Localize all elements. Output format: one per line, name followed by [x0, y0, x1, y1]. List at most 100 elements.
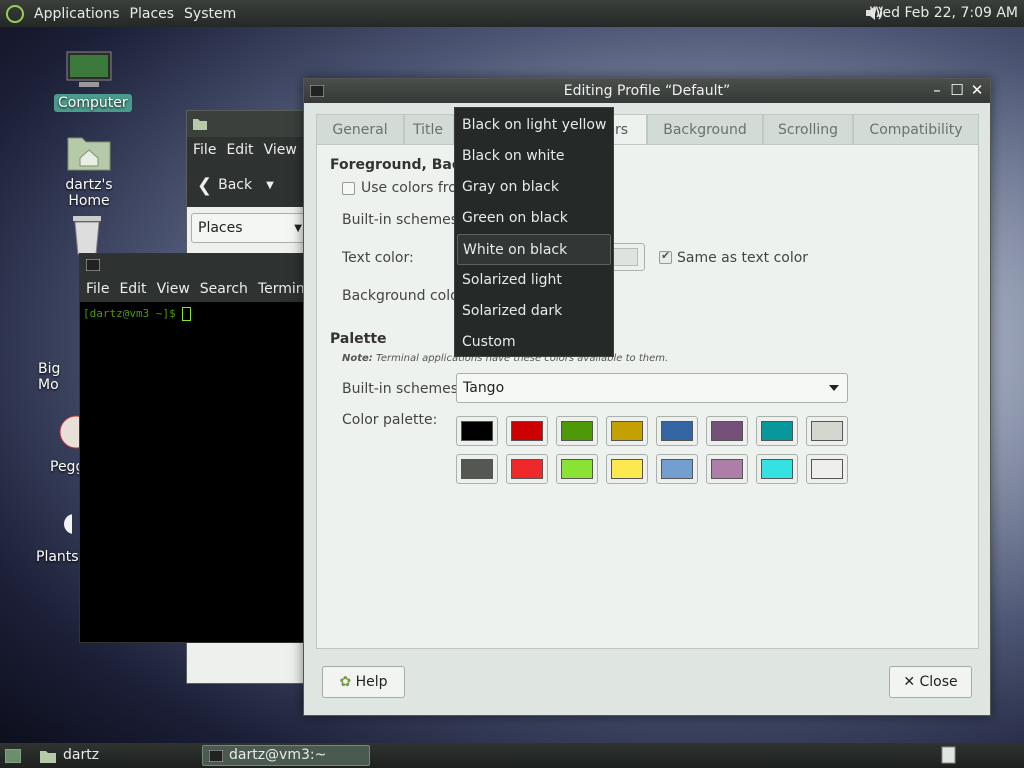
scheme-option-selected[interactable]: White on black [457, 234, 611, 265]
desktop-icon-computer[interactable]: Computer [54, 50, 132, 112]
palette-color-swatch [711, 421, 743, 441]
workspace-switcher-icon[interactable] [938, 746, 956, 764]
scheme-option[interactable]: Gray on black [455, 172, 613, 203]
menu-edit[interactable]: Edit [119, 281, 146, 297]
applications-menu[interactable]: Applications [30, 6, 124, 22]
system-menu[interactable]: System [180, 6, 240, 22]
palette-color-button[interactable] [706, 416, 748, 446]
palette-color-button[interactable] [456, 416, 498, 446]
palette-color-button[interactable] [756, 454, 798, 484]
distro-logo-icon[interactable] [6, 4, 24, 23]
dialog-titlebar[interactable]: Editing Profile “Default” – ☐ ✕ [304, 79, 990, 103]
minimize-icon[interactable]: – [928, 81, 946, 99]
clock[interactable]: Wed Feb 22, 7:09 AM [870, 5, 1018, 21]
plants-icon [64, 514, 84, 534]
bg-color-label: Background color: [342, 288, 469, 304]
palette-color-swatch [611, 421, 643, 441]
taskbar-terminal-label: dartz@vm3:~ [229, 747, 327, 763]
back-button[interactable]: Back [218, 177, 252, 193]
palette-color-button[interactable] [556, 454, 598, 484]
maximize-icon[interactable]: ☐ [948, 81, 966, 99]
palette-color-button[interactable] [706, 454, 748, 484]
palette-scheme-select[interactable]: Tango [456, 373, 848, 403]
palette-color-button[interactable] [656, 454, 698, 484]
menu-edit[interactable]: Edit [226, 142, 253, 158]
desktop-icon-home[interactable]: dartz's Home [40, 132, 138, 210]
terminal-icon [310, 85, 324, 97]
palette-color-button[interactable] [806, 454, 848, 484]
palette-color-button[interactable] [456, 454, 498, 484]
taskbar-terminal-button[interactable]: dartz@vm3:~ [202, 745, 370, 766]
help-button[interactable]: ✿ Help [322, 666, 405, 698]
palette-color-button[interactable] [756, 416, 798, 446]
computer-icon [66, 51, 112, 87]
home-folder-icon [40, 751, 56, 763]
workspace-label[interactable]: dartz [63, 747, 99, 763]
palette-scheme-label: Built-in schemes: [342, 381, 463, 397]
places-menu[interactable]: Places [126, 6, 179, 22]
palette-color-swatch [561, 459, 593, 479]
menu-view[interactable]: View [264, 142, 297, 158]
file-manager-toolbar: ❮ Back ▼ [187, 163, 315, 207]
desktop-icon-plants[interactable]: Plants [32, 508, 84, 566]
use-system-colors-checkbox[interactable] [342, 182, 355, 195]
palette-color-swatch [661, 421, 693, 441]
same-as-text-checkbox[interactable]: ✔ [659, 249, 672, 264]
close-button[interactable]: ✕ Close [889, 666, 972, 698]
scheme-option[interactable]: Solarized light [455, 265, 613, 296]
tab-compatibility[interactable]: Compatibility [853, 114, 979, 144]
palette-color-button[interactable] [506, 416, 548, 446]
terminal-menubar: File Edit View Search Terminal [80, 276, 317, 302]
text-color-label: Text color: [342, 250, 414, 266]
menu-file[interactable]: File [86, 281, 109, 297]
palette-color-swatch [511, 459, 543, 479]
palette-color-button[interactable] [556, 416, 598, 446]
palette-color-swatch [711, 459, 743, 479]
show-desktop-icon[interactable] [5, 749, 21, 763]
palette-heading: Palette [330, 331, 387, 347]
palette-color-button[interactable] [656, 416, 698, 446]
colors-panel: Foreground, Backgro Use colors from Buil… [316, 144, 979, 649]
menu-search[interactable]: Search [200, 281, 248, 297]
palette-color-swatch [811, 459, 843, 479]
tab-background[interactable]: Background [647, 114, 763, 144]
chevron-down-icon [829, 385, 839, 391]
terminal-icon [209, 750, 223, 762]
palette-color-swatch [561, 421, 593, 441]
palette-color-button[interactable] [806, 416, 848, 446]
terminal-cursor [182, 307, 192, 321]
palette-color-swatch [761, 421, 793, 441]
help-label: Help [355, 674, 388, 690]
desktop-icon-bigmo[interactable]: Big Mo [34, 360, 84, 394]
palette-color-button[interactable] [606, 416, 648, 446]
profile-dialog[interactable]: Editing Profile “Default” – ☐ ✕ General … [303, 78, 991, 716]
palette-color-button[interactable] [506, 454, 548, 484]
menu-view[interactable]: View [157, 281, 190, 297]
chevron-down-icon[interactable]: ▼ [266, 180, 274, 191]
pegg-icon [59, 415, 93, 449]
top-panel: Applications Places System Wed Feb 22, 7… [0, 0, 1024, 27]
palette-color-swatch [611, 459, 643, 479]
palette-color-button[interactable] [606, 454, 648, 484]
scheme-option[interactable]: Black on light yellow [455, 110, 613, 141]
scheme-option[interactable]: Green on black [455, 203, 613, 234]
palette-color-swatch [461, 421, 493, 441]
tab-title[interactable]: Title [404, 114, 454, 144]
home-folder-icon [67, 137, 111, 171]
scheme-option[interactable]: Custom [455, 327, 613, 358]
desktop-icon-label: Plants [36, 549, 79, 565]
terminal-window[interactable]: File Edit View Search Terminal [dartz@vm… [79, 253, 317, 643]
close-x-icon: ✕ [903, 674, 916, 690]
file-manager-titlebar[interactable] [187, 111, 315, 137]
close-icon[interactable]: ✕ [968, 81, 986, 99]
tab-general[interactable]: General [316, 114, 404, 144]
terminal-titlebar[interactable] [80, 254, 308, 276]
scheme-option[interactable]: Solarized dark [455, 296, 613, 327]
scheme-option[interactable]: Black on white [455, 141, 613, 172]
trash-icon [73, 216, 101, 255]
profile-tabs: General Title ors Background Scrolling C… [316, 114, 979, 144]
menu-file[interactable]: File [193, 142, 216, 158]
places-selector[interactable]: Places ▼ [191, 213, 311, 243]
tab-scrolling[interactable]: Scrolling [763, 114, 853, 144]
terminal-content[interactable]: [dartz@vm3 ~]$ [80, 302, 308, 326]
